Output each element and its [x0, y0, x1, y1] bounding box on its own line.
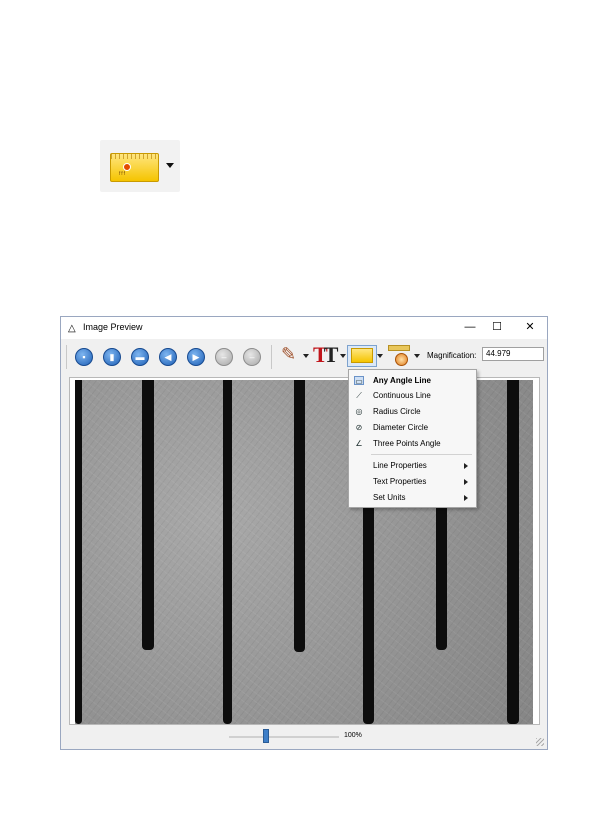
text-tool-icon[interactable]: TT — [313, 342, 338, 368]
menu-item-set-units[interactable]: Set Units — [349, 490, 476, 505]
continuous-line-icon: ⟋ — [356, 391, 362, 400]
window-title: Image Preview — [83, 322, 143, 332]
resize-grip[interactable] — [536, 738, 544, 746]
menu-item-label: Line Properties — [373, 461, 427, 470]
chevron-down-icon[interactable] — [414, 354, 420, 358]
menu-item-label: Diameter Circle — [373, 423, 429, 432]
menu-item-label: Set Units — [373, 493, 406, 502]
rotate-right-icon: ▶ — [192, 352, 200, 362]
chevron-down-icon[interactable] — [377, 354, 383, 358]
diameter-circle-icon: ⊘ — [355, 423, 363, 432]
measure-tool-icon: fff — [110, 153, 159, 182]
toolbar-separator — [271, 345, 272, 369]
menu-item-label: Three Points Angle — [373, 439, 441, 448]
menu-item-radius-circle[interactable]: ◎ Radius Circle — [349, 404, 476, 419]
menu-item-line-properties[interactable]: Line Properties — [349, 458, 476, 473]
title-bar: △ Image Preview — ☐ ✕ — [61, 317, 547, 339]
copy-icon: ▮ — [109, 352, 115, 362]
zoom-slider-thumb[interactable] — [263, 729, 269, 743]
menu-item-label: Radius Circle — [373, 407, 421, 416]
redo-button[interactable]: – — [243, 348, 261, 366]
minimize-button[interactable]: — — [457, 320, 483, 335]
menu-item-label: Continuous Line — [373, 391, 431, 400]
chevron-down-icon[interactable] — [303, 354, 309, 358]
toolbar-separator — [66, 345, 67, 369]
ruler-tick — [507, 380, 519, 724]
calibration-icon[interactable] — [388, 345, 410, 367]
ruler-tick — [223, 380, 232, 724]
zoom-slider[interactable] — [229, 736, 339, 738]
zoom-level: 100% — [344, 732, 362, 739]
magnification-input[interactable]: 44.979 — [482, 347, 544, 361]
redo-icon: – — [249, 352, 255, 362]
menu-item-label: Any Angle Line — [373, 376, 431, 385]
pencil-icon[interactable]: ✎ — [281, 344, 296, 365]
chevron-down-icon[interactable] — [340, 354, 346, 358]
close-button[interactable]: ✕ — [517, 320, 543, 335]
chevron-right-icon — [464, 479, 468, 485]
any-angle-line-icon: ▭ — [354, 376, 364, 386]
menu-item-diameter-circle[interactable]: ⊘ Diameter Circle — [349, 420, 476, 435]
measure-dropdown-menu: ▭ Any Angle Line ⟋ Continuous Line ◎ Rad… — [348, 369, 477, 508]
print-button[interactable]: ▬ — [131, 348, 149, 366]
rotate-right-button[interactable]: ▶ — [187, 348, 205, 366]
copy-button[interactable]: ▮ — [103, 348, 121, 366]
menu-item-text-properties[interactable]: Text Properties — [349, 474, 476, 489]
chevron-down-icon[interactable] — [166, 163, 174, 168]
chevron-right-icon — [464, 463, 468, 469]
print-icon: ▬ — [135, 352, 145, 362]
app-icon: △ — [68, 323, 76, 334]
three-points-angle-icon: ∠ — [355, 439, 363, 448]
maximize-button[interactable]: ☐ — [484, 320, 510, 335]
menu-separator — [371, 454, 472, 455]
rotate-left-button[interactable]: ◀ — [159, 348, 177, 366]
ruler-tick — [142, 380, 154, 650]
undo-button[interactable]: – — [215, 348, 233, 366]
menu-item-any-angle-line[interactable]: ▭ Any Angle Line — [349, 373, 476, 388]
magnification-label: Magnification: — [427, 351, 477, 360]
menu-item-continuous-line[interactable]: ⟋ Continuous Line — [349, 388, 476, 403]
menu-item-three-points-angle[interactable]: ∠ Three Points Angle — [349, 436, 476, 451]
undo-icon: – — [221, 352, 227, 362]
save-button[interactable]: ▪ — [75, 348, 93, 366]
menu-item-label: Text Properties — [373, 477, 427, 486]
rotate-left-icon: ◀ — [164, 352, 172, 362]
toolbar: ▪ ▮ ▬ ◀ ▶ – – ✎ TT Magnification: 44.979 — [61, 339, 547, 373]
status-bar: 100% — [61, 725, 547, 749]
ruler-tick — [294, 380, 305, 652]
measure-tool-icon — [351, 348, 373, 363]
save-icon: ▪ — [82, 352, 86, 362]
ruler-tick — [75, 380, 82, 724]
measure-tool-button[interactable]: fff — [100, 140, 180, 192]
radius-circle-icon: ◎ — [355, 407, 363, 416]
chevron-right-icon — [464, 495, 468, 501]
